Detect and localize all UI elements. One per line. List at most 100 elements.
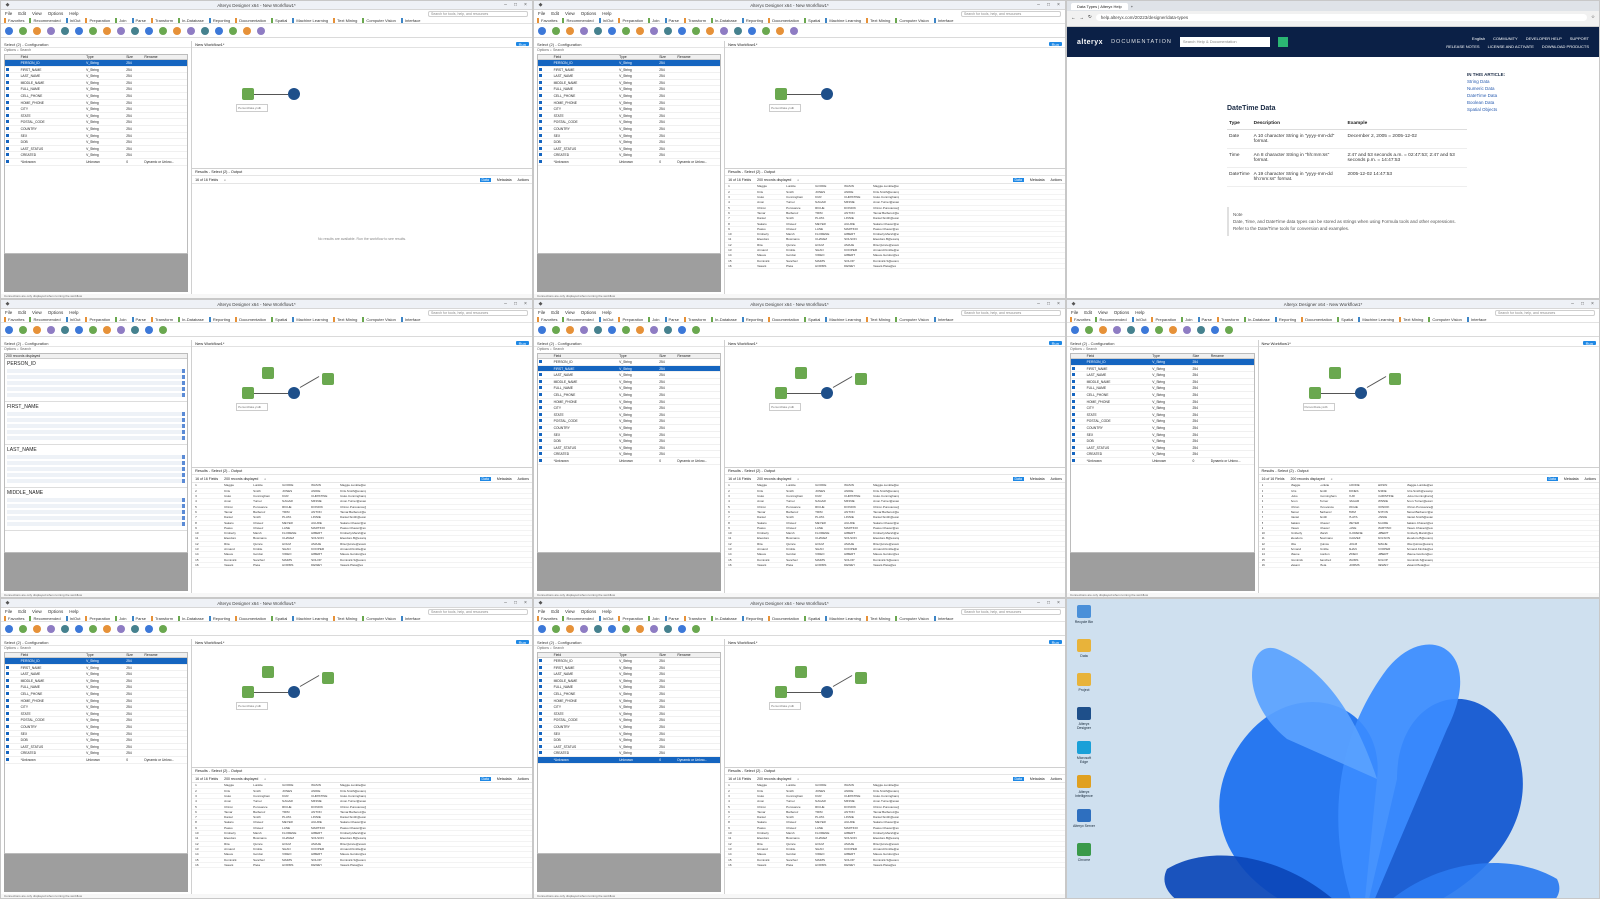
input-data-tool[interactable] — [775, 686, 788, 698]
tool-category-tab[interactable]: Recommended — [562, 615, 595, 621]
field-size[interactable]: 254 — [658, 119, 676, 125]
field-size[interactable]: 254 — [658, 678, 676, 684]
field-type[interactable]: V_String — [618, 698, 658, 704]
field-checkbox[interactable] — [538, 73, 553, 79]
search-icon[interactable]: ⌕ — [1331, 477, 1333, 481]
tool-category-tab[interactable]: Text Mining — [333, 615, 359, 621]
tool-icon[interactable] — [580, 26, 588, 35]
toc-link[interactable]: DateTime Data — [1467, 92, 1505, 99]
field-checkbox[interactable] — [538, 717, 553, 723]
metadata-tab[interactable]: Metadata — [497, 777, 512, 781]
field-checkbox[interactable] — [538, 119, 553, 125]
field-type[interactable]: V_String — [1151, 372, 1191, 378]
results-grid[interactable]: 1 Maggie Lunkite GOODE WASIN Maggie.Lunkite@e… — [192, 483, 532, 593]
field-checkbox[interactable] — [5, 113, 20, 119]
actions-menu[interactable]: Actions — [518, 178, 529, 182]
field-checkbox[interactable] — [538, 86, 553, 92]
field-type[interactable]: V_String — [85, 133, 125, 139]
field-size[interactable]: 254 — [125, 684, 143, 690]
menu-item-help[interactable]: Help — [69, 609, 78, 614]
toc-link[interactable]: Boolean Data — [1467, 99, 1505, 106]
field-size[interactable]: 254 — [125, 119, 143, 125]
field-checkbox[interactable] — [538, 665, 553, 671]
table-row[interactable]: 16 Vasant Pleta HORMS DEWEY Vasant.Pleta@ex — [192, 863, 532, 869]
tool-icon[interactable] — [117, 26, 125, 35]
field-size[interactable]: 254 — [658, 133, 676, 139]
field-row[interactable]: STATE V_String 254 — [5, 711, 188, 718]
maximize-icon[interactable]: □ — [1045, 2, 1052, 8]
field-checkbox[interactable] — [1071, 445, 1086, 451]
tool-category-tab[interactable]: Preparation — [85, 17, 112, 23]
field-size[interactable]: 254 — [125, 93, 143, 99]
tool-category-tab[interactable]: Interface — [400, 615, 423, 621]
field-checkbox[interactable] — [1071, 458, 1086, 464]
field-type[interactable]: V_String — [85, 691, 125, 697]
field-type[interactable]: V_String — [618, 113, 658, 119]
field-row[interactable]: CREATED V_String 254 — [5, 750, 188, 757]
menu-item-options[interactable]: Options — [48, 11, 64, 16]
field-profile-block[interactable]: FIRST_NAME — [5, 402, 188, 445]
help-search-input[interactable]: Search for tools, help, and resources — [961, 608, 1061, 615]
field-size[interactable]: 254 — [125, 665, 143, 671]
field-checkbox[interactable] — [1071, 372, 1086, 378]
field-checkbox[interactable] — [5, 671, 20, 677]
field-type[interactable]: V_String — [618, 418, 658, 424]
actions-menu[interactable]: Actions — [518, 477, 529, 481]
field-type[interactable]: V_String — [1151, 385, 1191, 391]
field-row[interactable]: STATE V_String 254 — [538, 412, 721, 419]
field-type[interactable]: V_String — [618, 671, 658, 677]
actions-menu[interactable]: Actions — [1051, 477, 1062, 481]
field-row[interactable]: PERSON_ID V_String 254 — [5, 658, 188, 665]
minimize-icon[interactable]: – — [502, 301, 509, 307]
field-size[interactable]: 254 — [658, 750, 676, 756]
tool-icon[interactable] — [33, 26, 41, 35]
field-type[interactable]: V_String — [618, 152, 658, 158]
field-type[interactable]: V_String — [85, 86, 125, 92]
results-grid[interactable]: 1 Maggie Lunkite GOODE WASIN Maggie.Lunkite@e… — [1258, 483, 1599, 593]
tool-icon[interactable] — [47, 325, 55, 334]
menu-item-help[interactable]: Help — [602, 609, 611, 614]
field-row[interactable]: FULL_NAME V_String 254 — [5, 684, 188, 691]
field-checkbox[interactable] — [5, 737, 20, 743]
field-size[interactable]: 254 — [658, 684, 676, 690]
field-type[interactable]: V_String — [85, 744, 125, 750]
metadata-tab[interactable]: Metadata — [1030, 477, 1045, 481]
tool-icon[interactable] — [538, 325, 546, 334]
tool-category-tab[interactable]: Documentation — [1301, 316, 1334, 322]
field-type[interactable]: V_String — [618, 438, 658, 444]
field-checkbox[interactable] — [5, 73, 20, 79]
maximize-icon[interactable]: □ — [512, 600, 519, 606]
field-row[interactable]: CREATED V_String 254 — [538, 451, 721, 458]
browser-tab[interactable]: Data Types | Alteryx Help — [1071, 2, 1128, 10]
desktop-shortcut[interactable]: Recycle Bin — [1073, 605, 1095, 624]
field-size[interactable]: 254 — [658, 425, 676, 431]
options-dropdown[interactable]: Options — [537, 347, 549, 351]
tool-category-tab[interactable]: In/Out — [65, 316, 83, 322]
select-tool[interactable] — [288, 387, 301, 399]
field-size[interactable]: 254 — [125, 737, 143, 743]
field-search-input[interactable]: Search — [553, 48, 564, 52]
field-size[interactable]: 0 — [125, 159, 143, 165]
table-row[interactable]: 16 Vasant Pleta HORMS DEWEY Vasant.Pleta@ex — [1258, 563, 1599, 569]
tool-category-tab[interactable]: Computer Vision — [362, 17, 398, 23]
field-size[interactable]: 254 — [125, 698, 143, 704]
field-checkbox[interactable] — [1071, 392, 1086, 398]
field-size[interactable]: 254 — [1191, 372, 1209, 378]
field-checkbox[interactable] — [538, 399, 553, 405]
field-row[interactable]: HOME_PHONE V_String 254 — [538, 399, 721, 406]
tool-icon[interactable] — [678, 26, 686, 35]
select-tool[interactable] — [1354, 387, 1367, 399]
table-row[interactable]: 16 Vasant Pleta HORMS DEWEY Vasant.Pleta@ex — [192, 563, 532, 569]
browse-tool[interactable] — [855, 672, 868, 684]
field-checkbox[interactable] — [538, 379, 553, 385]
tool-icon[interactable] — [1113, 325, 1121, 334]
tool-category-tab[interactable]: Recommended — [562, 17, 595, 23]
tool-icon[interactable] — [117, 325, 125, 334]
field-size[interactable]: 254 — [125, 67, 143, 73]
browse-tool[interactable] — [1328, 367, 1341, 379]
field-type[interactable]: V_String — [85, 750, 125, 756]
field-row[interactable]: STATE V_String 254 — [5, 113, 188, 120]
tool-category-tab[interactable]: Computer Vision — [362, 316, 398, 322]
tool-category-tab[interactable]: Reporting — [208, 615, 232, 621]
field-type[interactable]: V_String — [618, 704, 658, 710]
